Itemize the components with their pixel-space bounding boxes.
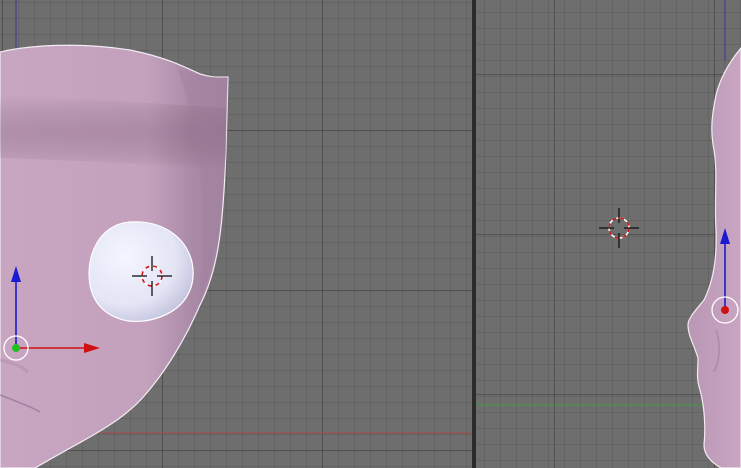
viewport-front-scene [0,0,472,468]
3d-cursor-icon[interactable] [599,208,639,248]
viewport-side[interactable] [476,0,741,468]
viewport-front[interactable] [0,0,472,468]
object-origin-icon[interactable] [12,344,20,352]
viewport-side-scene [476,0,741,468]
eye-mesh[interactable] [88,221,194,322]
object-origin-icon[interactable] [721,306,729,314]
